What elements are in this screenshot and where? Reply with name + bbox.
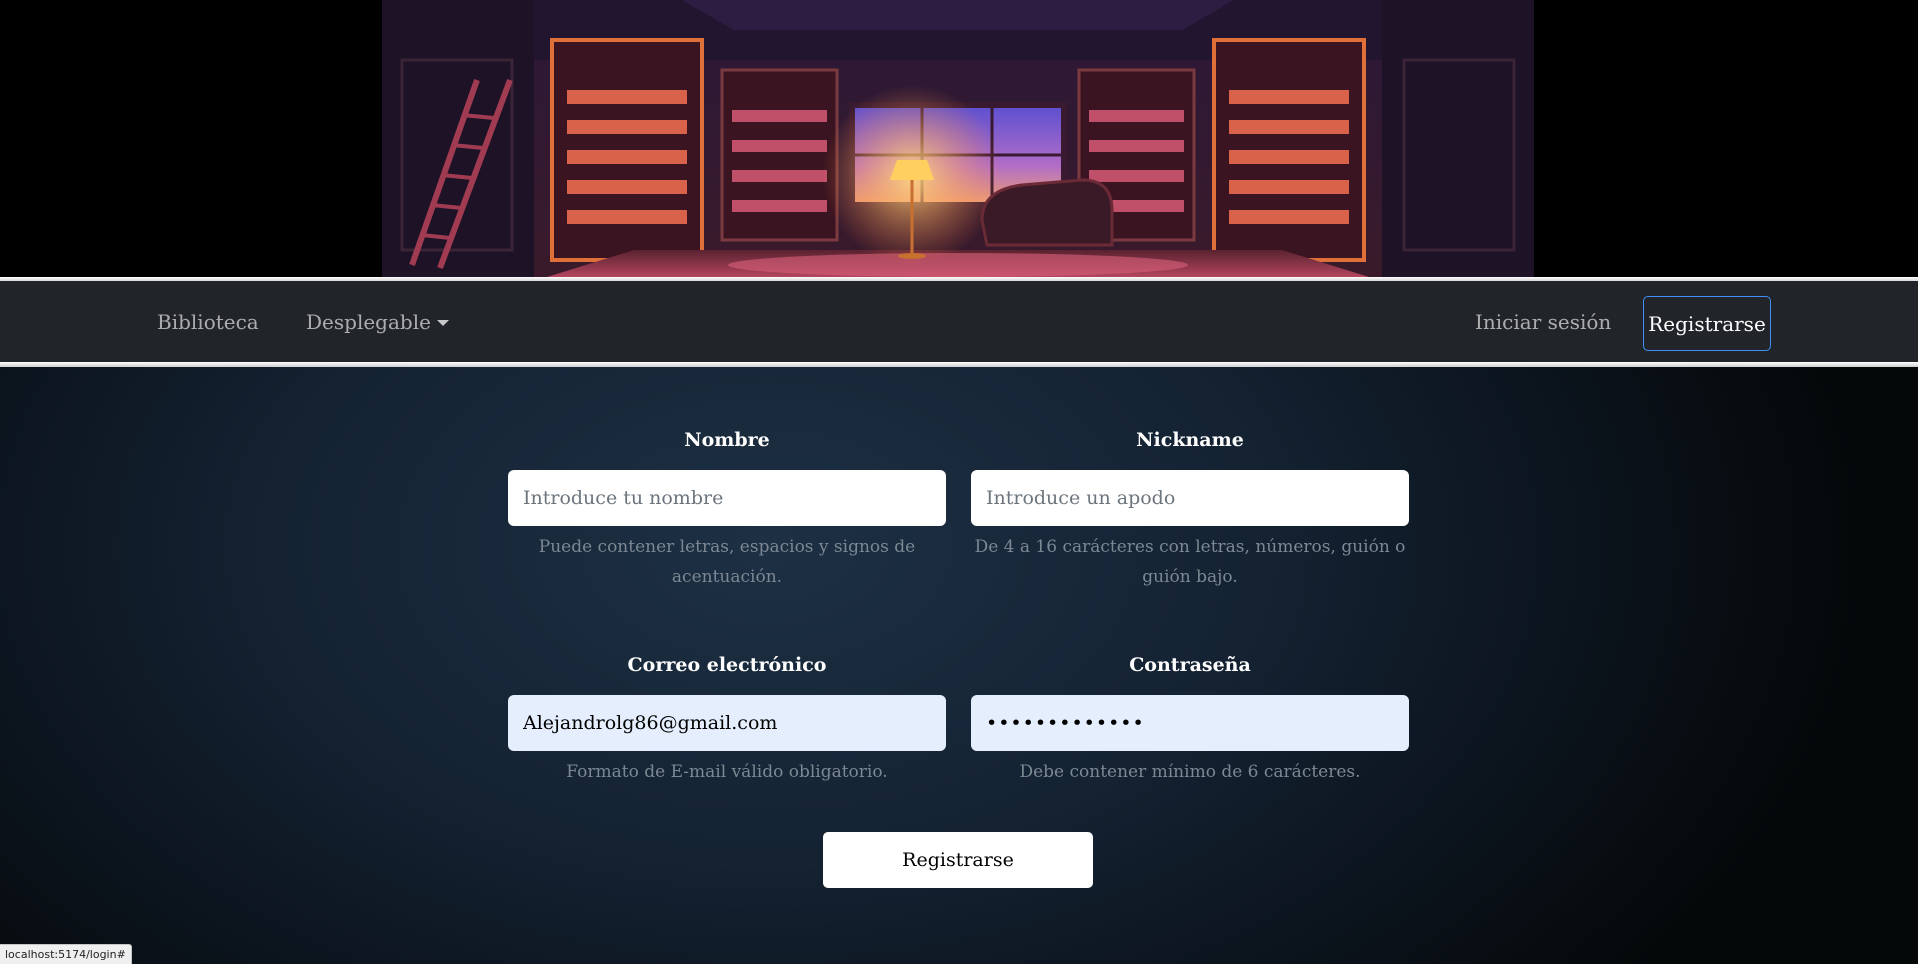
email-input[interactable] (508, 695, 946, 751)
password-label: Contraseña (1129, 654, 1251, 676)
nombre-help-text: Puede contener letras, espacios y signos… (538, 537, 916, 587)
status-bar-url: localhost:5174/login# (0, 944, 132, 964)
header-banner (0, 0, 1918, 281)
submit-register-button[interactable]: Registrarse (823, 832, 1093, 888)
nombre-label: Nombre (684, 429, 770, 451)
library-banner-image (382, 0, 1534, 281)
nav-link-biblioteca[interactable]: Biblioteca (157, 281, 259, 362)
email-field: Correo electrónico Formato de E-mail vál… (508, 645, 946, 787)
password-help-text: Debe contener mínimo de 6 carácteres. (1019, 762, 1361, 782)
nickname-label: Nickname (1136, 429, 1244, 451)
password-field: Contraseña Debe contener mínimo de 6 car… (971, 645, 1409, 787)
nickname-input[interactable] (971, 470, 1409, 526)
nickname-help-text: De 4 a 16 carácteres con letras, números… (974, 537, 1406, 587)
nickname-field: Nickname De 4 a 16 carácteres con letras… (971, 420, 1409, 592)
top-navbar: Biblioteca Desplegable Iniciar sesión Re… (0, 281, 1918, 362)
email-label: Correo electrónico (627, 654, 827, 676)
caret-down-icon (436, 319, 449, 326)
nav-link-login[interactable]: Iniciar sesión (1475, 281, 1611, 362)
password-input[interactable] (971, 695, 1409, 751)
email-help-text: Formato de E-mail válido obligatorio. (566, 762, 888, 782)
nav-register-button[interactable]: Registrarse (1643, 296, 1771, 351)
nombre-field: Nombre Puede contener letras, espacios y… (508, 420, 946, 592)
dropdown-label: Desplegable (306, 309, 431, 334)
nombre-input[interactable] (508, 470, 946, 526)
nav-dropdown-desplegable[interactable]: Desplegable (306, 281, 449, 362)
